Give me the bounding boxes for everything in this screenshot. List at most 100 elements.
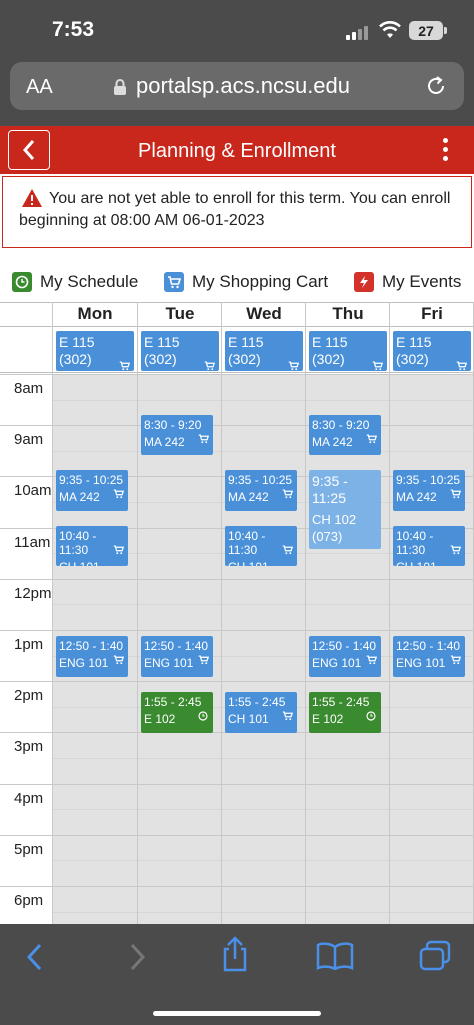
- legend-my-shopping-cart[interactable]: My Shopping Cart: [164, 272, 328, 292]
- course-block[interactable]: 1:55 - 2:45 E 102: [309, 692, 381, 733]
- legend-my-schedule[interactable]: My Schedule: [12, 272, 138, 292]
- hour-label: 9am: [14, 431, 44, 449]
- hour-line: [0, 630, 474, 631]
- enrollment-alert: You are not yet able to enroll for this …: [2, 176, 472, 248]
- course-block[interactable]: 10:40 - 11:30CH 101: [393, 525, 465, 567]
- allday-course-block[interactable]: E 115 (302): [225, 331, 303, 371]
- week-calendar: Mon Tue Wed Thu Fri 8am 9am 10am 11am 12pm 1pm 2pm 3…: [0, 302, 474, 924]
- cart-icon: [164, 272, 184, 292]
- day-separator: [305, 302, 306, 924]
- legend-cart-label: My Shopping Cart: [192, 272, 329, 291]
- allday-course-block[interactable]: E 115 (302): [309, 331, 387, 371]
- course-label: E 115 (302): [312, 334, 348, 367]
- day-header-mon: Mon: [77, 304, 113, 323]
- half-hour-line: [53, 399, 474, 401]
- course-block[interactable]: 8:30 - 9:20 MA 242: [141, 414, 213, 456]
- course-time: 9:35 - 10:25: [228, 472, 293, 487]
- allday-course-block[interactable]: E 115 (302): [141, 331, 219, 371]
- tabs-icon[interactable]: [418, 940, 452, 972]
- hour-label: 11am: [14, 533, 51, 551]
- course-time: 9:35 - 10:25: [396, 472, 461, 487]
- browser-toolbar: [0, 924, 474, 1025]
- day-separator: [221, 302, 222, 924]
- course-block[interactable]: 12:50 - 1:40 ENG 101: [393, 636, 465, 678]
- hour-label: 12pm: [14, 584, 52, 602]
- bookmarks-icon[interactable]: [316, 942, 354, 970]
- calendar-gridlines: [0, 302, 474, 924]
- browser-back-icon[interactable]: [24, 942, 46, 972]
- hour-label: 1pm: [14, 636, 44, 653]
- cart-icon: [282, 710, 294, 721]
- day-separator: [52, 302, 53, 924]
- clock-icon: [198, 710, 209, 721]
- calendar-legend: My Schedule My Shopping Cart My Events: [0, 266, 474, 300]
- hour-label: 5pm: [14, 840, 44, 858]
- course-block[interactable]: 12:50 - 1:40 ENG 101: [141, 636, 213, 678]
- course-block[interactable]: 1:55 - 2:45 E 102: [141, 692, 213, 733]
- clock-icon: [366, 710, 377, 721]
- status-time: 7:53: [52, 18, 95, 41]
- course-time: 12:50 - 1:40: [396, 639, 461, 654]
- hour-label: 3pm: [14, 738, 44, 756]
- course-time: 12:50 - 1:40: [312, 639, 377, 654]
- course-time: 1:55 - 2:45: [228, 695, 286, 710]
- hour-label: 8am: [14, 380, 44, 397]
- legend-events-label: My Events: [382, 272, 462, 291]
- hour-line: [0, 834, 474, 836]
- course-time: 9:35 - 11:25: [312, 472, 348, 506]
- app-frame: Planning & Enrollment You are not yet ab…: [0, 126, 474, 924]
- url-text[interactable]: portalsp.acs.ncsu.edu: [136, 73, 350, 99]
- course-block[interactable]: 12:50 - 1:40 ENG 101: [56, 636, 128, 678]
- cart-icon: [119, 358, 131, 371]
- cart-icon: [456, 358, 468, 371]
- home-indicator: [153, 1011, 321, 1016]
- aa-label: AA: [26, 76, 53, 98]
- course-time: 8:30 - 9:20: [312, 417, 370, 432]
- more-menu-icon[interactable]: [441, 138, 449, 164]
- day-header-wed: Wed: [246, 304, 282, 323]
- course-time: 1:55 - 2:45: [312, 695, 370, 710]
- course-block[interactable]: 1:55 - 2:45 CH 101: [225, 692, 297, 733]
- course-block[interactable]: 8:30 - 9:20 MA 242: [309, 414, 381, 456]
- cart-icon: [450, 654, 462, 665]
- half-hour-line: [53, 450, 474, 452]
- legend-my-events[interactable]: My Events: [354, 272, 461, 292]
- legend-schedule-label: My Schedule: [40, 272, 139, 291]
- day-separator: [389, 302, 390, 924]
- browser-forward-icon[interactable]: [126, 942, 148, 972]
- cart-icon: [198, 433, 210, 443]
- reader-settings-button[interactable]: AA: [26, 76, 53, 99]
- course-block[interactable]: 12:50 - 1:40 ENG 101: [309, 636, 381, 678]
- share-icon[interactable]: [219, 936, 251, 972]
- half-hour-line: [53, 911, 474, 913]
- cart-icon: [282, 544, 294, 554]
- course-block[interactable]: 10:40 - 11:30CH 101: [225, 525, 297, 567]
- hour-label: 2pm: [14, 687, 44, 705]
- cart-icon: [282, 488, 294, 498]
- allday-course-block[interactable]: E 115 (302): [393, 331, 471, 371]
- course-label: E 115 (302): [59, 334, 95, 367]
- allday-course-block[interactable]: E 115 (302): [56, 331, 134, 371]
- course-block[interactable]: 10:40 - 11:30CH 101: [56, 525, 128, 567]
- course-block[interactable]: 9:35 - 10:25 MA 242: [393, 469, 465, 511]
- course-label: E 115 (302): [144, 334, 180, 367]
- course-block[interactable]: 9:35 - 11:25 CH 102 (073): [309, 469, 381, 550]
- cart-icon: [366, 433, 378, 443]
- page-title: Planning & Enrollment: [138, 140, 336, 162]
- clock-icon: [12, 272, 32, 292]
- day-header-tue: Tue: [165, 304, 195, 323]
- hour-line: [0, 374, 474, 375]
- course-name: CH 101: [59, 560, 125, 566]
- course-block[interactable]: 9:35 - 10:25 MA 242: [225, 469, 297, 511]
- cart-icon: [366, 654, 378, 665]
- alert-text: You are not yet able to enroll for this …: [19, 190, 451, 229]
- cart-icon: [113, 488, 125, 498]
- course-time: 1:55 - 2:45: [144, 695, 202, 710]
- hour-label: 10am: [14, 482, 52, 500]
- hour-line: [0, 578, 474, 580]
- half-hour-line: [53, 809, 474, 811]
- course-block[interactable]: 9:35 - 10:25 MA 242: [56, 469, 128, 511]
- cart-icon: [372, 358, 384, 371]
- reload-icon[interactable]: [424, 74, 448, 98]
- course-name: CH 102 (073): [312, 511, 357, 544]
